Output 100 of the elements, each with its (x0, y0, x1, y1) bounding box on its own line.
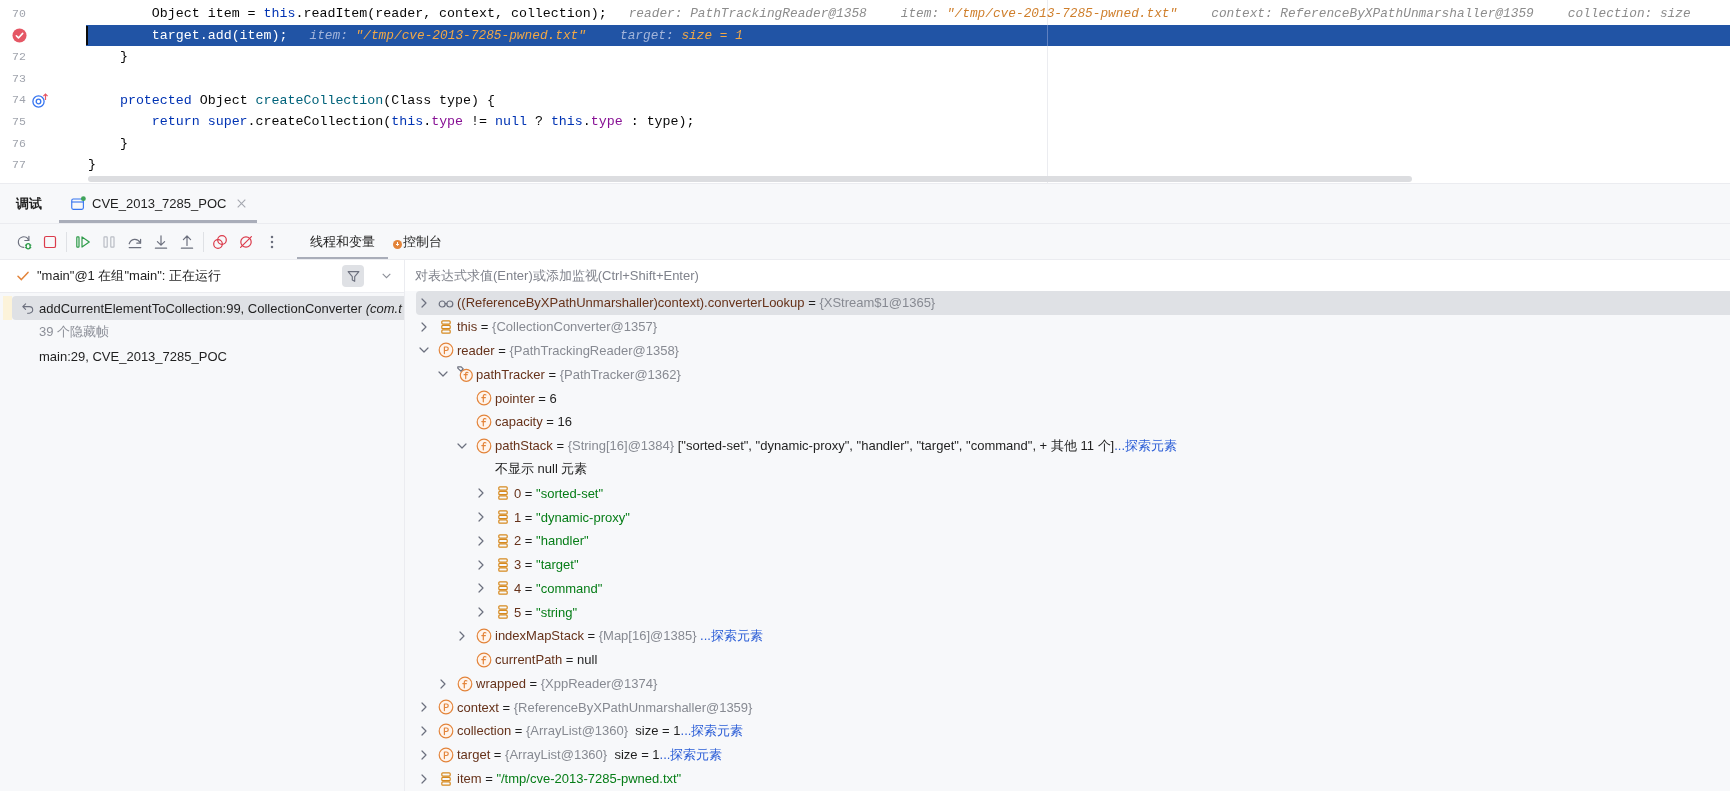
variable-row[interactable]: pathStack = {String[16]@1384} ["sorted-set", "dynamic-proxy", "handler", "target", "command", + 其他 11 个]...探索元素 (457, 433, 1177, 458)
line-number: 73 (12, 72, 26, 85)
current-frame-marker (3, 296, 12, 320)
variable-row[interactable]: 2 = "handler" (476, 528, 589, 553)
chevron-right-icon[interactable] (419, 750, 429, 761)
chevron-right-icon[interactable] (419, 726, 429, 737)
stacked-bars-icon (495, 485, 511, 502)
session-tab[interactable]: CVE_2013_7285_POC (59, 184, 258, 223)
circle-f-icon (476, 390, 492, 407)
code-line: } (119, 135, 128, 151)
horizontal-scrollbar[interactable] (88, 176, 1412, 182)
line-number: 76 (12, 137, 26, 150)
circle-f-tag-icon (457, 366, 473, 383)
view-tab[interactable]: 控制台 (390, 224, 448, 259)
stacked-bars-icon (438, 770, 454, 787)
chevron-right-icon[interactable] (419, 297, 429, 308)
chevron-down-icon[interactable] (382, 273, 391, 279)
expression-field[interactable]: 对表达式求值(Enter)或添加监视(Ctrl+Shift+Enter) (405, 260, 1730, 291)
variable-row[interactable]: 4 = "command" (476, 576, 603, 601)
line-number: 75 (12, 116, 26, 128)
inline-value-hint: item: "/tmp/cve-2013-7285-pwned.txt" (900, 6, 1178, 22)
stack-frame[interactable]: addCurrentElementToCollection:99, CollectionConverter (com.t (12, 296, 404, 320)
chevron-right-icon[interactable] (419, 702, 429, 713)
stacked-bars-icon (495, 532, 511, 549)
circle-f-icon (476, 628, 492, 645)
chevron-right-icon[interactable] (476, 512, 486, 523)
explore-link[interactable]: ...探索元素 (1114, 437, 1177, 453)
variable-row[interactable]: context = {ReferenceByXPathUnmarshaller@1359} (419, 695, 753, 720)
line-number: 77 (12, 159, 26, 171)
code-line: target.add(item); (151, 27, 288, 43)
circle-f-icon (457, 675, 473, 692)
filter-button[interactable] (342, 265, 364, 287)
tree-note-row[interactable]: 不显示 null 元素 (495, 457, 588, 482)
stacked-bars-icon (438, 318, 454, 335)
breakpoint-check-icon[interactable] (12, 27, 27, 43)
line-number: 72 (12, 51, 26, 63)
variable-row[interactable]: item = "/tmp/cve-2013-7285-pwned.txt" (419, 766, 682, 791)
variable-row[interactable]: 0 = "sorted-set" (476, 481, 604, 506)
up-arrow-line-icon (179, 233, 195, 250)
explore-link[interactable]: ...探索元素 (659, 747, 723, 763)
chevron-right-icon[interactable] (419, 321, 429, 332)
chevron-right-icon[interactable] (476, 488, 486, 499)
code-line: } (119, 49, 128, 65)
inline-value-hint: collection: size (1567, 6, 1691, 22)
code-line: return super.createCollection(this.type != null ? this.type : type); (151, 114, 695, 130)
stacked-bars-icon (495, 509, 511, 526)
variable-row[interactable]: this = {CollectionConverter@1357} (419, 314, 658, 339)
variable-row[interactable]: reader = {PathTrackingReader@1358} (419, 338, 679, 363)
down-arrow-line-icon (153, 233, 169, 250)
stop-icon (42, 233, 58, 250)
variable-row[interactable]: 1 = "dynamic-proxy" (476, 505, 630, 529)
chevron-right-icon[interactable] (419, 773, 429, 784)
code-line: } (88, 157, 96, 173)
circle-p-icon (438, 342, 454, 359)
circular-arrow-bug-icon (16, 233, 32, 250)
inline-value-hint: reader: PathTrackingReader@1358 (628, 6, 867, 22)
chevron-right-icon[interactable] (476, 583, 486, 594)
chevron-right-icon[interactable] (438, 678, 448, 689)
code-line: protected Object createCollection(Class type) { (119, 92, 495, 108)
panel-title: 调试 (16, 194, 42, 213)
chevron-right-icon[interactable] (476, 607, 486, 618)
funnel-icon (346, 269, 360, 283)
explore-link[interactable]: ...探索元素 (700, 628, 763, 644)
variable-row[interactable]: target = {ArrayList@1360} size = 1...探索元素 (419, 743, 723, 767)
double-circle-icon (212, 233, 228, 250)
bar-play-icon (75, 233, 91, 250)
circle-p-icon (438, 723, 454, 740)
line-number: 70 (12, 8, 26, 20)
code-line: Object item = this.readItem(reader, context, collection); (151, 6, 607, 22)
variable-row[interactable]: indexMapStack = {Map[16]@1385} ...探索元素 (457, 624, 763, 648)
return-arrow-icon (22, 302, 34, 314)
chevron-right-icon[interactable] (476, 559, 486, 570)
stacked-bars-icon (495, 604, 511, 621)
variable-row[interactable]: wrapped = {XppReader@1374} (438, 671, 658, 696)
inline-value-hint: item: "/tmp/cve-2013-7285-pwned.txt" (309, 27, 586, 43)
line-number: 74 (12, 94, 26, 106)
inline-value-hint: context: ReferenceByXPathUnmarshaller@1359 (1211, 6, 1534, 22)
variable-row[interactable]: currentPath = null (476, 647, 598, 672)
explore-link[interactable]: ...探索元素 (680, 723, 744, 739)
variable-row[interactable]: pathTracker = {PathTracker@1362} (438, 362, 681, 387)
variable-row[interactable]: collection = {ArrayList@1360} size = 1...探索元素 (419, 719, 744, 744)
thread-label[interactable]: "main"@1 在组"main": 正在运行 (37, 267, 222, 285)
circle-f-icon (476, 413, 492, 430)
circle-f-icon (476, 437, 492, 454)
circle-f-icon (476, 651, 492, 668)
variable-row[interactable]: 5 = "string" (476, 600, 578, 625)
variable-row[interactable]: ((ReferenceByXPathUnmarshaller)context).converterLookup = {XStream$1@1365} (416, 291, 1730, 315)
stack-frame[interactable]: main:29, CVE_2013_7285_POC (39, 344, 227, 368)
stacked-bars-icon (495, 556, 511, 573)
circle-p-icon (438, 747, 454, 764)
variable-row[interactable]: 3 = "target" (476, 552, 579, 577)
slashed-circle-icon (238, 233, 254, 250)
circle-p-icon (438, 699, 454, 716)
chevron-right-icon[interactable] (476, 535, 486, 546)
stacked-bars-icon (495, 580, 511, 597)
chevron-right-icon[interactable] (457, 631, 467, 642)
inline-value-hint: target: size = 1 (619, 27, 743, 43)
variable-row[interactable]: capacity = 16 (476, 410, 572, 434)
pause-icon (101, 233, 117, 250)
variable-row[interactable]: pointer = 6 (476, 386, 557, 410)
